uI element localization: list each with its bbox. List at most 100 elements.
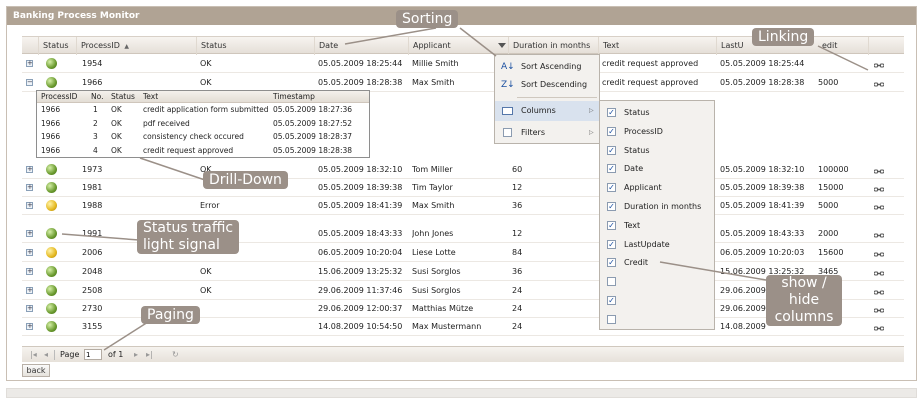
column-toggle-item[interactable]: ✓ Applicant (600, 178, 714, 198)
col-header-text[interactable]: Text (598, 37, 619, 55)
sub-cell-no: 4 (93, 145, 98, 155)
menu-columns[interactable]: Columns ▷ (495, 101, 599, 121)
subtable-header: ProcessID No. Status Text Timestamp (37, 91, 369, 103)
row-expander-icon[interactable]: + (26, 268, 33, 275)
link-icon[interactable] (873, 61, 885, 68)
cell-processid: 3155 (82, 322, 103, 331)
checkbox-checked-icon[interactable]: ✓ (607, 296, 616, 305)
col-header-credit[interactable]: edit (818, 37, 837, 55)
col-header-duration[interactable]: Duration in months (508, 37, 590, 55)
prev-page-icon[interactable]: ◂ (44, 347, 48, 363)
column-toggle-item[interactable] (600, 310, 714, 330)
back-button[interactable]: back (22, 364, 50, 377)
row-expander-icon[interactable]: + (26, 60, 33, 67)
column-toggle-item[interactable]: ✓ (600, 291, 714, 311)
col-header-date[interactable]: Date (314, 37, 338, 55)
status-light-icon (46, 303, 57, 314)
sub-cell-text: consistency check occured (143, 132, 244, 141)
last-page-icon[interactable]: ▸| (146, 347, 153, 363)
link-icon[interactable] (873, 231, 885, 238)
link-icon[interactable] (873, 203, 885, 210)
cell-date: 05.05.2009 18:25:44 (318, 59, 403, 68)
checkbox-checked-icon[interactable]: ✓ (607, 202, 616, 211)
sub-col-no: No. (91, 92, 104, 101)
filters-checkbox[interactable] (503, 128, 512, 137)
col-header-processid-label: ProcessID (81, 41, 120, 50)
column-toggle-item[interactable]: ✓ LastUpdate (600, 235, 714, 255)
row-expander-icon[interactable]: + (26, 166, 33, 173)
column-toggle-label: LastUpdate (624, 239, 670, 249)
menu-sort-asc-label: Sort Ascending (521, 62, 582, 71)
column-toggle-item[interactable]: ✓ Duration in months (600, 197, 714, 217)
col-header-status[interactable]: Status (196, 37, 227, 55)
column-toggle-item[interactable]: ✓ Text (600, 216, 714, 236)
column-toggle-item[interactable]: ✓ Credit (600, 253, 714, 273)
checkbox-checked-icon[interactable]: ✓ (607, 239, 616, 249)
sub-cell-timestamp: 05.05.2009 18:27:52 (273, 118, 353, 128)
next-page-icon[interactable]: ▸ (134, 347, 138, 363)
menu-sort-desc-label: Sort Descending (521, 80, 588, 89)
checkbox-checked-icon[interactable]: ✓ (607, 258, 616, 268)
link-icon[interactable] (873, 185, 885, 192)
menu-separator (517, 97, 597, 98)
cell-lastupdate: 05.05.2009 18:32:10 (720, 165, 805, 174)
col-header-status-light[interactable]: Status (38, 37, 69, 55)
column-menu: A↓ Sort Ascending Z↓ Sort Descending Col… (494, 54, 600, 144)
row-expander-icon[interactable]: + (26, 202, 33, 209)
row-expander-icon[interactable]: − (26, 79, 33, 86)
checkbox-checked-icon[interactable]: ✓ (607, 145, 616, 155)
link-icon[interactable] (873, 288, 885, 295)
checkbox-checked-icon[interactable]: ✓ (607, 164, 616, 174)
column-toggle-item[interactable]: ✓ Date (600, 159, 714, 179)
link-icon[interactable] (873, 324, 885, 331)
column-toggle-label: Duration in months (624, 202, 702, 211)
row-expander-icon[interactable]: + (26, 323, 33, 330)
first-page-icon[interactable]: |◂ (30, 347, 37, 363)
col-header-processid[interactable]: ProcessID ▲ (76, 37, 129, 55)
cell-duration: 60 (512, 165, 523, 174)
row-expander-icon[interactable]: + (26, 287, 33, 294)
column-toggle-item[interactable]: ✓ Status (600, 141, 714, 161)
menu-sort-ascending[interactable]: A↓ Sort Ascending (495, 57, 599, 77)
cell-applicant: Matthias Mütze (412, 304, 474, 313)
link-icon[interactable] (873, 167, 885, 174)
checkbox-unchecked-icon[interactable] (607, 314, 616, 324)
checkbox-checked-icon[interactable]: ✓ (607, 126, 616, 136)
menu-sort-descending[interactable]: Z↓ Sort Descending (495, 75, 599, 95)
pager-separator (54, 350, 55, 360)
cell-applicant: Tom Miller (412, 165, 453, 174)
column-toggle-item[interactable] (600, 272, 714, 292)
column-toggle-item[interactable]: ✓ ProcessID (600, 122, 714, 142)
col-header-lastupdate[interactable]: LastU (716, 37, 744, 55)
column-toggle-item[interactable]: ✓ Status (600, 103, 714, 123)
cell-status: OK (200, 286, 212, 295)
col-header-link (868, 37, 873, 55)
menu-filters[interactable]: Filters ▷ (495, 123, 599, 143)
table-row[interactable]: +1973 OK 05.05.2009 18:32:10 Tom Miller 60 05… (22, 160, 904, 179)
cell-lastupdate: 29.06.2009 (720, 286, 766, 295)
checkbox-checked-icon[interactable]: ✓ (607, 183, 616, 193)
refresh-icon[interactable]: ↻ (172, 347, 179, 363)
checkbox-unchecked-icon[interactable] (607, 277, 616, 287)
drilldown-subtable: ProcessID No. Status Text Timestamp 1966… (36, 90, 370, 158)
row-expander-icon[interactable]: + (26, 305, 33, 312)
table-row[interactable]: +1981 05.05.2009 18:39:38 Tim Taylor 12 05.0… (22, 178, 904, 197)
cell-date: 29.06.2009 12:00:37 (318, 304, 403, 313)
callout-showhide-line3: columns (774, 309, 834, 325)
row-expander-icon[interactable]: + (26, 230, 33, 237)
column-menu-trigger-icon[interactable] (498, 43, 506, 48)
link-icon[interactable] (873, 269, 885, 276)
link-icon[interactable] (873, 250, 885, 257)
row-expander-icon[interactable]: + (26, 249, 33, 256)
page-input[interactable] (84, 349, 102, 360)
table-row[interactable]: +1954 OK 05.05.2009 18:25:44 Millie Smith cr… (22, 54, 904, 73)
row-expander-icon[interactable]: + (26, 184, 33, 191)
checkbox-checked-icon[interactable]: ✓ (607, 220, 616, 230)
col-header-applicant[interactable]: Applicant (408, 37, 451, 55)
link-icon[interactable] (873, 306, 885, 313)
link-icon[interactable] (873, 80, 885, 87)
checkbox-checked-icon[interactable]: ✓ (607, 108, 616, 117)
table-row[interactable]: +1988 Error 05.05.2009 18:41:39 Max Smith 36… (22, 196, 904, 215)
sub-cell-timestamp: 05.05.2009 18:28:37 (273, 132, 353, 141)
status-light-icon (46, 77, 57, 88)
